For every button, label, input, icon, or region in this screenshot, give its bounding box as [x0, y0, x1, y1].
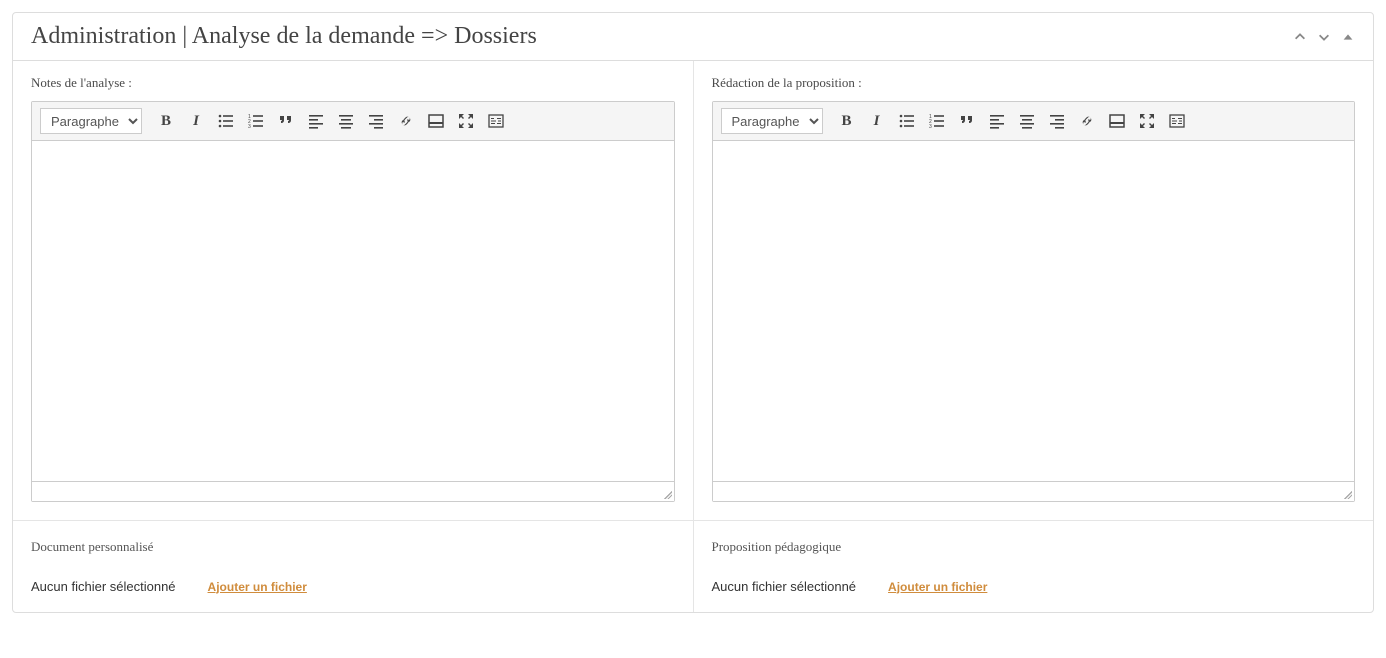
- svg-text:3: 3: [248, 124, 251, 129]
- italic-icon[interactable]: I: [182, 108, 210, 134]
- image-icon[interactable]: [1103, 108, 1131, 134]
- right-label: Rédaction de la proposition :: [712, 75, 1356, 91]
- editor-area: [713, 141, 1355, 481]
- panel-controls: [1293, 30, 1355, 44]
- italic-icon[interactable]: I: [863, 108, 891, 134]
- align-center-icon[interactable]: [332, 108, 360, 134]
- align-left-icon[interactable]: [983, 108, 1011, 134]
- format-select[interactable]: Paragraphe: [721, 108, 823, 134]
- numbered-list-icon[interactable]: 123: [242, 108, 270, 134]
- chevron-up-icon[interactable]: [1293, 30, 1307, 44]
- left-file-status: Aucun fichier sélectionné: [31, 579, 176, 594]
- right-column: Rédaction de la proposition : Paragraphe…: [693, 61, 1374, 520]
- image-icon[interactable]: [422, 108, 450, 134]
- editor-statusbar[interactable]: [713, 481, 1355, 501]
- fullscreen-icon[interactable]: [1133, 108, 1161, 134]
- align-center-icon[interactable]: [1013, 108, 1041, 134]
- left-file-title: Document personnalisé: [31, 539, 675, 555]
- link-icon[interactable]: [392, 108, 420, 134]
- left-add-file-link[interactable]: Ajouter un fichier: [208, 580, 307, 594]
- link-icon[interactable]: [1073, 108, 1101, 134]
- bullet-list-icon[interactable]: [893, 108, 921, 134]
- align-left-icon[interactable]: [302, 108, 330, 134]
- align-right-icon[interactable]: [1043, 108, 1071, 134]
- left-toolbar: Paragraphe B I 123: [32, 102, 674, 141]
- right-file-line: Aucun fichier sélectionné Ajouter un fic…: [712, 579, 1356, 594]
- panel-header: Administration | Analyse de la demande =…: [13, 13, 1373, 61]
- right-editor: Paragraphe B I 123: [712, 101, 1356, 502]
- page-title: Administration | Analyse de la demande =…: [31, 23, 537, 50]
- source-code-icon[interactable]: [1163, 108, 1191, 134]
- svg-text:3: 3: [929, 124, 932, 129]
- left-editor: Paragraphe B I 123: [31, 101, 675, 502]
- right-toolbar: Paragraphe B I 123: [713, 102, 1355, 141]
- numbered-list-icon[interactable]: 123: [923, 108, 951, 134]
- bold-icon[interactable]: B: [152, 108, 180, 134]
- file-row: Document personnalisé Aucun fichier séle…: [13, 520, 1373, 612]
- collapse-triangle-icon[interactable]: [1341, 30, 1355, 44]
- blockquote-icon[interactable]: [953, 108, 981, 134]
- editor-statusbar[interactable]: [32, 481, 674, 501]
- panel: Administration | Analyse de la demande =…: [12, 12, 1374, 613]
- editor-area: [32, 141, 674, 481]
- blockquote-icon[interactable]: [272, 108, 300, 134]
- right-textarea[interactable]: [713, 141, 1355, 481]
- right-file-status: Aucun fichier sélectionné: [712, 579, 857, 594]
- chevron-down-icon[interactable]: [1317, 30, 1331, 44]
- left-column: Notes de l'analyse : Paragraphe B I 123: [13, 61, 693, 520]
- bullet-list-icon[interactable]: [212, 108, 240, 134]
- bold-icon[interactable]: B: [833, 108, 861, 134]
- panel-body: Notes de l'analyse : Paragraphe B I 123: [13, 61, 1373, 520]
- left-label: Notes de l'analyse :: [31, 75, 675, 91]
- format-select[interactable]: Paragraphe: [40, 108, 142, 134]
- right-file-section: Proposition pédagogique Aucun fichier sé…: [693, 520, 1374, 612]
- left-textarea[interactable]: [32, 141, 674, 481]
- align-right-icon[interactable]: [362, 108, 390, 134]
- source-code-icon[interactable]: [482, 108, 510, 134]
- fullscreen-icon[interactable]: [452, 108, 480, 134]
- right-add-file-link[interactable]: Ajouter un fichier: [888, 580, 987, 594]
- right-file-title: Proposition pédagogique: [712, 539, 1356, 555]
- left-file-line: Aucun fichier sélectionné Ajouter un fic…: [31, 579, 675, 594]
- left-file-section: Document personnalisé Aucun fichier séle…: [13, 520, 693, 612]
